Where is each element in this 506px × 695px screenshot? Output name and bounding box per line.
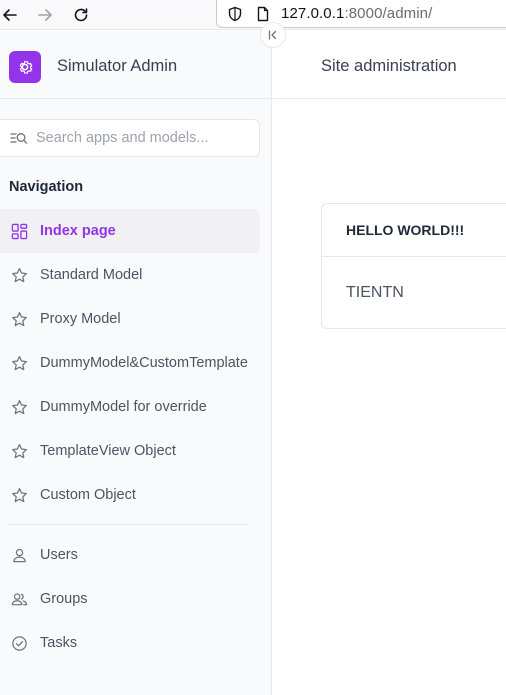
search-input[interactable] xyxy=(36,130,246,146)
brand-logo[interactable] xyxy=(9,51,41,83)
sidebar-item-label: TemplateView Object xyxy=(40,443,176,459)
sidebar-search[interactable] xyxy=(0,119,260,157)
card-body: TIENTN xyxy=(322,257,506,302)
check-circle-icon xyxy=(10,634,28,652)
sidebar-item-label: DummyModel for override xyxy=(40,399,207,415)
sidebar-item-index-page[interactable]: Index page xyxy=(0,209,260,253)
user-icon xyxy=(10,546,28,564)
nav-list: Index page Standard Model Proxy Model Du… xyxy=(0,209,272,665)
collapse-left-icon xyxy=(268,30,277,40)
star-icon xyxy=(10,398,28,416)
group-icon xyxy=(10,590,28,608)
sidebar-item-proxy-model[interactable]: Proxy Model xyxy=(0,297,260,341)
url-host: 127.0.0.1 xyxy=(281,5,345,22)
nav-heading: Navigation xyxy=(9,179,84,195)
sidebar-divider xyxy=(9,524,249,525)
sidebar-item-dummymodel-override[interactable]: DummyModel for override xyxy=(0,385,260,429)
sidebar-item-label: Tasks xyxy=(40,635,78,651)
card-header: HELLO WORLD!!! xyxy=(322,204,506,257)
page-title: Site administration xyxy=(321,57,457,75)
welcome-card: HELLO WORLD!!! TIENTN xyxy=(321,203,506,329)
sidebar-item-dummymodel-customtemplate[interactable]: DummyModel&CustomTemplate xyxy=(0,341,260,385)
sidebar-item-label: Standard Model xyxy=(40,267,143,283)
main-header: Site administration xyxy=(273,31,506,99)
sidebar-item-tasks[interactable]: Tasks xyxy=(0,621,260,665)
star-icon xyxy=(10,354,28,372)
gear-icon xyxy=(19,61,33,74)
reload-button[interactable] xyxy=(69,3,93,27)
sidebar-brand: Simulator Admin xyxy=(0,31,272,99)
shield-icon[interactable] xyxy=(225,4,245,24)
sidebar-item-label: Groups xyxy=(40,591,88,607)
arrow-left-icon xyxy=(3,9,17,21)
sidebar-item-templateview-object[interactable]: TemplateView Object xyxy=(0,429,260,473)
sidebar-item-groups[interactable]: Groups xyxy=(0,577,260,621)
sidebar-item-label: Users xyxy=(40,547,78,563)
sidebar-item-label: Custom Object xyxy=(40,487,136,503)
brand-title[interactable]: Simulator Admin xyxy=(57,57,177,76)
card-text: TIENTN xyxy=(346,284,404,301)
sidebar-item-standard-model[interactable]: Standard Model xyxy=(0,253,260,297)
forward-button[interactable] xyxy=(33,3,57,27)
sidebar-item-label: DummyModel&CustomTemplate xyxy=(40,355,248,371)
address-bar[interactable]: 127.0.0.1:8000/admin/ xyxy=(216,0,506,28)
reload-icon xyxy=(74,8,88,22)
browser-toolbar: 127.0.0.1:8000/admin/ xyxy=(0,0,506,30)
star-icon xyxy=(10,266,28,284)
dashboard-icon xyxy=(10,222,28,240)
page-icon[interactable] xyxy=(253,4,273,24)
card-title: HELLO WORLD!!! xyxy=(346,222,465,238)
star-icon xyxy=(10,442,28,460)
url-text[interactable]: 127.0.0.1:8000/admin/ xyxy=(281,5,432,22)
star-icon xyxy=(10,310,28,328)
sidebar-item-custom-object[interactable]: Custom Object xyxy=(0,473,260,517)
back-button[interactable] xyxy=(0,3,22,27)
sidebar: Simulator Admin Navigation Index page St… xyxy=(0,31,272,695)
url-path: :8000/admin/ xyxy=(344,5,433,22)
arrow-right-icon xyxy=(38,9,52,21)
sidebar-item-users[interactable]: Users xyxy=(0,533,260,577)
star-icon xyxy=(10,486,28,504)
sidebar-item-label: Proxy Model xyxy=(40,311,121,327)
sidebar-item-label: Index page xyxy=(40,223,116,239)
search-icon xyxy=(10,128,30,148)
sidebar-collapse-button[interactable] xyxy=(260,22,286,48)
